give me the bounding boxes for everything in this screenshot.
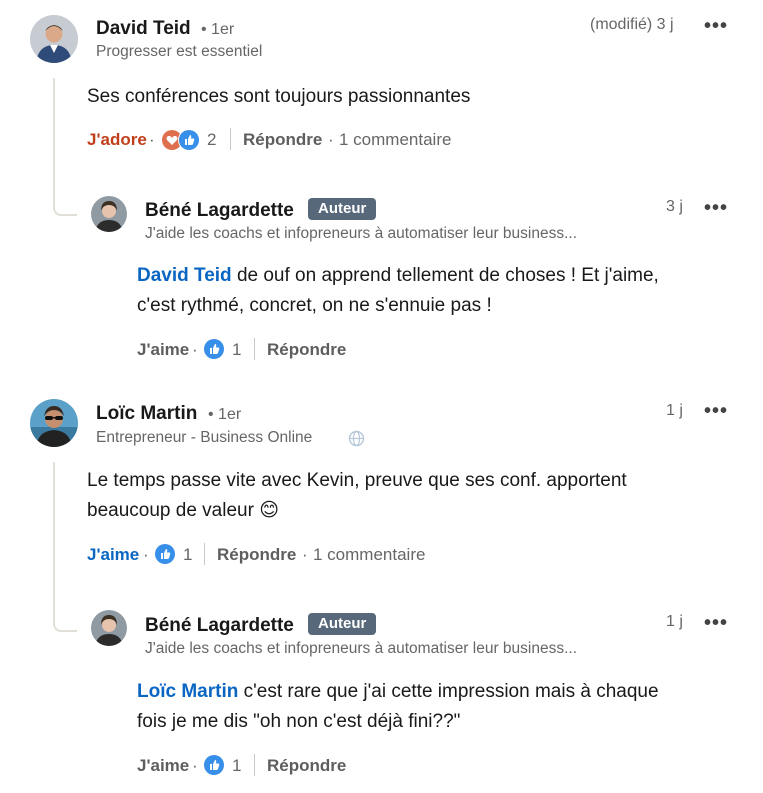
replies-count[interactable]: 1 commentaire [313,545,425,565]
divider [204,543,205,565]
thread-elbow [53,604,77,632]
avatar[interactable] [91,196,127,232]
reaction-count[interactable]: 1 [232,340,241,360]
text-line: c'est rare que j'ai cette impression mai… [238,681,659,702]
avatar[interactable] [91,610,127,646]
reply-button[interactable]: Répondre [267,340,346,360]
thread-line [53,78,55,208]
more-options-icon[interactable]: ••• [704,401,728,421]
like-button[interactable]: J'aime [137,756,189,776]
separator-dot: · [192,340,198,359]
comment-text: Le temps passe vite avec Kevin, preuve q… [87,466,727,526]
divider [254,754,255,776]
text-line: c'est rythmé, concret, on ne s'ennuie pa… [137,295,492,316]
more-options-icon[interactable]: ••• [704,613,728,633]
avatar[interactable] [30,399,78,447]
author-headline: Entrepreneur - Business Online [96,429,313,446]
smile-emoji-icon: 😊 [259,500,280,521]
comment-time: 1 j [666,613,683,630]
react-button[interactable]: J'adore [87,130,147,150]
separator-dot: · [192,756,198,775]
more-options-icon[interactable]: ••• [704,198,728,218]
more-options-icon[interactable]: ••• [704,16,728,36]
author-name[interactable]: Loïc Martin [96,403,197,425]
author-name[interactable]: Béné Lagardette [145,200,294,222]
separator-dot: · [149,130,155,149]
reaction-count[interactable]: 1 [183,545,192,565]
like-button[interactable]: J'aime [137,340,189,360]
like-icon [155,544,175,564]
like-icon [204,339,224,359]
thread-elbow [53,190,77,216]
divider [230,128,231,150]
author-name[interactable]: Béné Lagardette [145,615,294,637]
comment-time: 1 j [666,402,683,419]
divider [254,338,255,360]
reaction-icons[interactable] [161,128,203,151]
text-line: de ouf on apprend tellement de choses ! … [231,265,659,286]
globe-icon [348,430,365,447]
thread-line [53,462,55,622]
like-icon [204,755,224,775]
author-badge: Auteur [308,613,377,635]
comment-time: 3 j [666,198,683,215]
author-headline: Progresser est essentiel [96,43,263,60]
like-button[interactable]: J'aime [87,545,139,565]
reaction-count[interactable]: 2 [207,130,216,150]
mention-link[interactable]: Loïc Martin [137,681,238,702]
author-headline: J'aide les coachs et infopreneurs à auto… [145,225,578,242]
text-line: Le temps passe vite avec Kevin, preuve q… [87,470,627,491]
reply-button[interactable]: Répondre [267,756,346,776]
comment-text: Loïc Martin c'est rare que j'ai cette im… [137,677,737,737]
separator-dot: · [302,545,308,564]
connection-degree: • 1er [201,21,235,38]
comment-text: Ses conférences sont toujours passionnan… [87,86,471,107]
author-headline: J'aide les coachs et infopreneurs à auto… [145,640,578,657]
reply-button[interactable]: Répondre [217,545,296,565]
reaction-count[interactable]: 1 [232,756,241,776]
separator-dot: · [328,130,334,149]
comment-text: David Teid de ouf on apprend tellement d… [137,261,737,321]
connection-degree: • 1er [208,406,242,423]
text-line: fois je me dis "oh non c'est déjà fini??… [137,711,461,732]
like-icon [178,129,200,151]
comment-time: (modifié) 3 j [590,16,674,33]
replies-count[interactable]: 1 commentaire [339,130,451,150]
separator-dot: · [143,545,149,564]
reply-button[interactable]: Répondre [243,130,322,150]
author-badge: Auteur [308,198,377,220]
avatar[interactable] [30,15,78,63]
author-name[interactable]: David Teid [96,18,191,40]
text-line: beaucoup de valeur [87,500,254,521]
mention-link[interactable]: David Teid [137,265,232,286]
